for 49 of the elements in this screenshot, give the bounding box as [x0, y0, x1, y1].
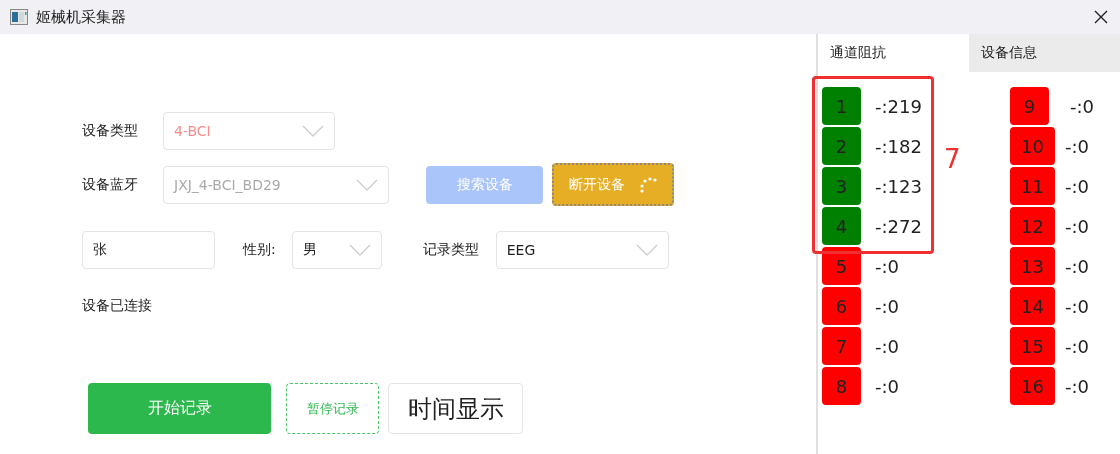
channel-badge: 10 [1010, 127, 1055, 165]
channel-reading: -:0 [875, 295, 899, 317]
window-title: 姬械机采集器 [36, 7, 126, 27]
gender-select[interactable]: 男 [291, 231, 382, 269]
channel-badge: 13 [1010, 247, 1055, 285]
chevron-down-icon [356, 178, 378, 191]
channel-reading: -:0 [1064, 375, 1089, 397]
channel-badge: 12 [1010, 207, 1055, 245]
tab[interactable]: 设备信息 [969, 34, 1120, 72]
channel-reading: -:0 [875, 335, 899, 357]
channel-reading: -:182 [875, 135, 922, 157]
close-icon[interactable] [1094, 10, 1108, 24]
channel-badge: 9 [1010, 87, 1049, 125]
chevron-down-icon [302, 125, 324, 137]
channel-badge: 15 [1010, 327, 1055, 365]
channel-reading: -:0 [875, 255, 899, 277]
channel-reading: -:0 [1064, 175, 1089, 197]
channel-reading: -:0 [1064, 215, 1089, 237]
device-type-label: 设备类型 [82, 122, 139, 140]
time-display-button[interactable]: 时间显示 [388, 383, 523, 434]
channel-badge: 7 [822, 327, 861, 365]
gender-label: 性别: [243, 241, 276, 259]
channel-reading: -:272 [875, 215, 922, 237]
channel-badge: 16 [1010, 367, 1055, 405]
channel-badge: 2 [822, 127, 861, 165]
channel-badge: 6 [822, 287, 861, 325]
channel-reading: -:0 [1064, 295, 1089, 317]
bluetooth-label: 设备蓝牙 [82, 175, 139, 194]
chevron-down-icon [348, 244, 371, 256]
channel-reading: -:219 [875, 95, 922, 117]
channel-badge: 1 [822, 87, 861, 125]
status-text: 设备已连接 [82, 297, 152, 315]
channel-reading: -:0 [1064, 335, 1089, 357]
name-field[interactable]: 张 [82, 231, 215, 269]
app-icon [10, 9, 28, 25]
channel-reading: -:123 [875, 175, 922, 197]
chevron-down-icon [635, 244, 658, 256]
channel-badge: 8 [822, 367, 861, 405]
record-type-label: 记录类型 [422, 241, 479, 259]
channel-reading: -:0 [1070, 95, 1094, 117]
channel-reading: -:0 [1064, 255, 1089, 277]
channel-badge: 3 [822, 167, 861, 205]
annotation-label: 7 [944, 144, 961, 174]
channel-badge: 11 [1010, 167, 1055, 205]
channel-reading: -:0 [1064, 135, 1089, 157]
channel-badge: 14 [1010, 287, 1055, 325]
channel-reading: -:0 [875, 375, 899, 397]
record-type-select[interactable]: EEG [495, 231, 669, 269]
channel-badge: 4 [822, 207, 861, 245]
